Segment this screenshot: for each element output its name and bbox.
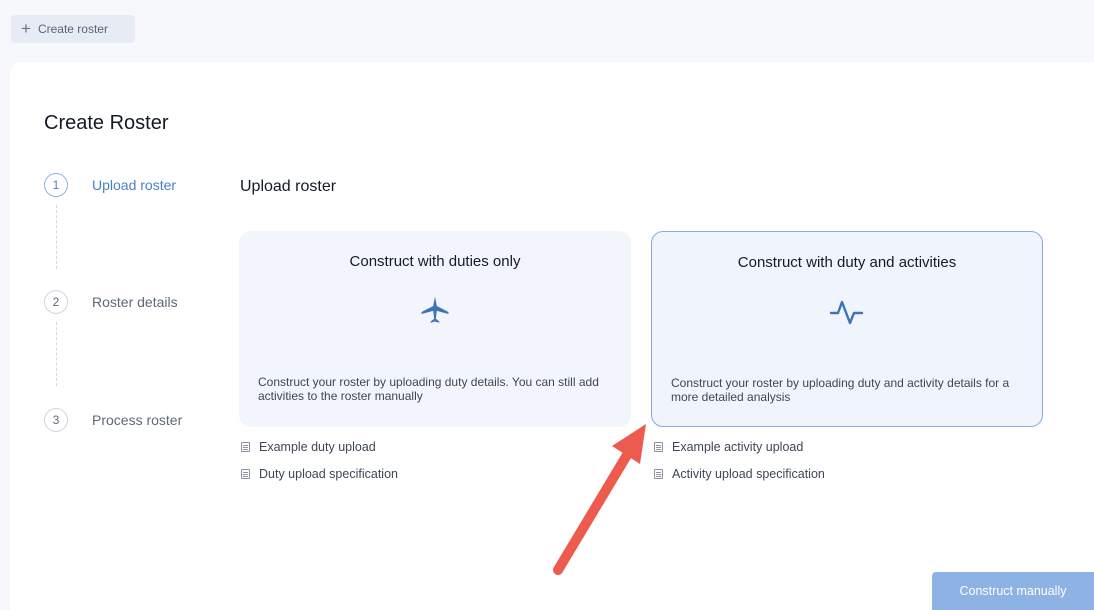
step-number: 1 (44, 173, 68, 197)
link-label: Example duty upload (259, 440, 376, 454)
step-label: Upload roster (92, 177, 177, 193)
activity-pulse-icon (829, 294, 865, 333)
step-upload-roster[interactable]: 1 Upload roster (44, 173, 176, 197)
card-duties-only[interactable]: Construct with duties only Construct you… (239, 231, 631, 427)
step-label: Roster details (92, 294, 178, 310)
card-duty-and-activities[interactable]: Construct with duty and activities Const… (651, 231, 1043, 427)
card-title: Construct with duties only (349, 253, 521, 270)
construct-manually-button[interactable]: Construct manually (932, 572, 1094, 610)
plus-icon: + (21, 18, 31, 38)
card-description: Construct your roster by uploading duty … (258, 375, 599, 403)
annotation-arrow (553, 424, 646, 575)
activity-upload-specification-link[interactable]: Activity upload specification (654, 467, 825, 481)
page-title: Create Roster (44, 112, 169, 134)
step-process-roster[interactable]: 3 Process roster (44, 408, 182, 432)
top-bar: + Create roster (0, 0, 1094, 62)
example-duty-upload-link[interactable]: Example duty upload (241, 440, 376, 454)
step-connector (56, 322, 57, 386)
step-label: Process roster (92, 412, 183, 428)
step-roster-details[interactable]: 2 Roster details (44, 290, 178, 314)
card-title: Construct with duty and activities (737, 254, 957, 271)
document-icon (241, 442, 250, 452)
link-label: Duty upload specification (259, 467, 398, 481)
example-activity-upload-link[interactable]: Example activity upload (654, 440, 803, 454)
duty-upload-specification-link[interactable]: Duty upload specification (241, 467, 398, 481)
link-label: Example activity upload (672, 440, 804, 454)
airplane-icon (418, 293, 452, 332)
step-number: 3 (44, 408, 68, 432)
step-connector (56, 205, 57, 269)
create-roster-button[interactable]: + Create roster (11, 15, 135, 43)
create-roster-label: Create roster (37, 22, 108, 36)
card-description: Construct your roster by uploading duty … (671, 376, 1010, 404)
section-title: Upload roster (240, 178, 337, 195)
document-icon (241, 469, 250, 479)
step-number: 2 (44, 290, 68, 314)
link-label: Activity upload specification (672, 467, 825, 481)
